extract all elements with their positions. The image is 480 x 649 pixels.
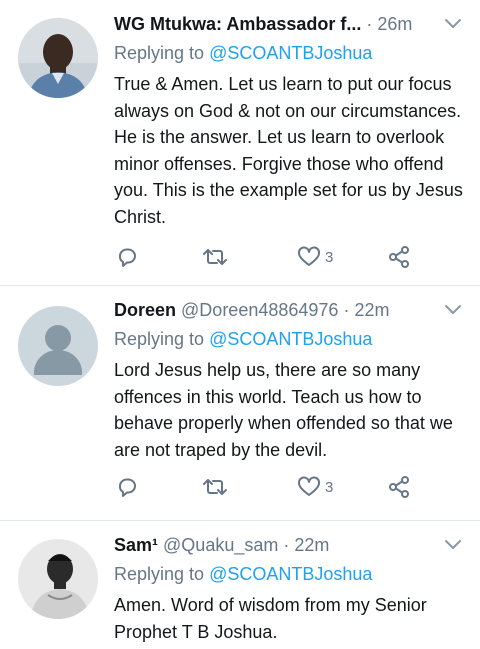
- display-name[interactable]: WG Mtukwa: Ambassador f...: [114, 14, 361, 34]
- replying-to: Replying to @SCOANTBJoshua: [114, 324, 464, 354]
- reply-icon: [118, 478, 136, 497]
- like-count: 3: [325, 478, 334, 496]
- tweet[interactable]: Doreen @Doreen48864976 · 22m Replying to…: [0, 286, 480, 521]
- chevron-down-icon[interactable]: [444, 304, 462, 316]
- separator-dot: ·: [343, 300, 350, 320]
- replying-label: Replying to: [114, 329, 205, 349]
- heart-icon: [298, 476, 320, 496]
- chevron-down-icon[interactable]: [444, 539, 462, 551]
- replying-label: Replying to: [114, 43, 205, 63]
- reply-button[interactable]: [114, 242, 140, 272]
- avatar[interactable]: [18, 18, 98, 98]
- timestamp[interactable]: 22m: [354, 300, 389, 320]
- like-count: 3: [325, 248, 334, 266]
- like-button[interactable]: 3: [296, 472, 333, 502]
- timestamp[interactable]: 26m: [377, 14, 412, 34]
- avatar-photo: [18, 18, 98, 98]
- tweet[interactable]: Sam¹ @Quaku_sam · 22m Replying to @SCOAN…: [0, 521, 480, 649]
- reply-icon: [118, 248, 136, 267]
- retweet-button[interactable]: [200, 472, 230, 502]
- tweet-text: True & Amen. Let us learn to put our foc…: [114, 74, 463, 227]
- timestamp[interactable]: 22m: [294, 535, 329, 555]
- display-name[interactable]: Sam¹: [114, 535, 158, 555]
- tweet-text: Lord Jesus help us, there are so many of…: [114, 360, 453, 460]
- separator-dot: ·: [283, 535, 290, 555]
- share-button[interactable]: [386, 242, 412, 272]
- retweet-icon: [203, 249, 227, 265]
- replying-handle-link[interactable]: @SCOANTBJoshua: [209, 43, 372, 63]
- tweet-actions: 3: [114, 242, 434, 272]
- chevron-down-icon[interactable]: [444, 18, 462, 30]
- separator-dot: ·: [366, 14, 373, 34]
- tweet-text: Amen. Word of wisdom from my Senior Prop…: [114, 595, 427, 642]
- share-button[interactable]: [386, 472, 412, 502]
- user-handle[interactable]: @Doreen48864976: [181, 300, 338, 320]
- retweet-button[interactable]: [200, 242, 230, 272]
- avatar-photo: [18, 539, 98, 619]
- replying-handle-link[interactable]: @SCOANTBJoshua: [209, 329, 372, 349]
- like-button[interactable]: 3: [296, 242, 333, 272]
- avatar[interactable]: [18, 539, 98, 619]
- avatar[interactable]: [18, 306, 98, 386]
- share-icon: [389, 246, 409, 268]
- user-handle[interactable]: @Quaku_sam: [163, 535, 278, 555]
- replying-label: Replying to: [114, 564, 205, 584]
- replying-handle-link[interactable]: @SCOANTBJoshua: [209, 564, 372, 584]
- display-name[interactable]: Doreen: [114, 300, 176, 320]
- replying-to: Replying to @SCOANTBJoshua: [114, 559, 464, 589]
- replying-to: Replying to @SCOANTBJoshua: [114, 38, 464, 68]
- share-icon: [389, 476, 409, 498]
- default-profile-icon: [18, 306, 98, 386]
- tweet-actions: 3: [114, 472, 434, 502]
- heart-icon: [298, 246, 320, 266]
- retweet-icon: [203, 479, 227, 495]
- reply-button[interactable]: [114, 472, 140, 502]
- tweet[interactable]: WG Mtukwa: Ambassador f... · 26m Replyin…: [0, 0, 480, 286]
